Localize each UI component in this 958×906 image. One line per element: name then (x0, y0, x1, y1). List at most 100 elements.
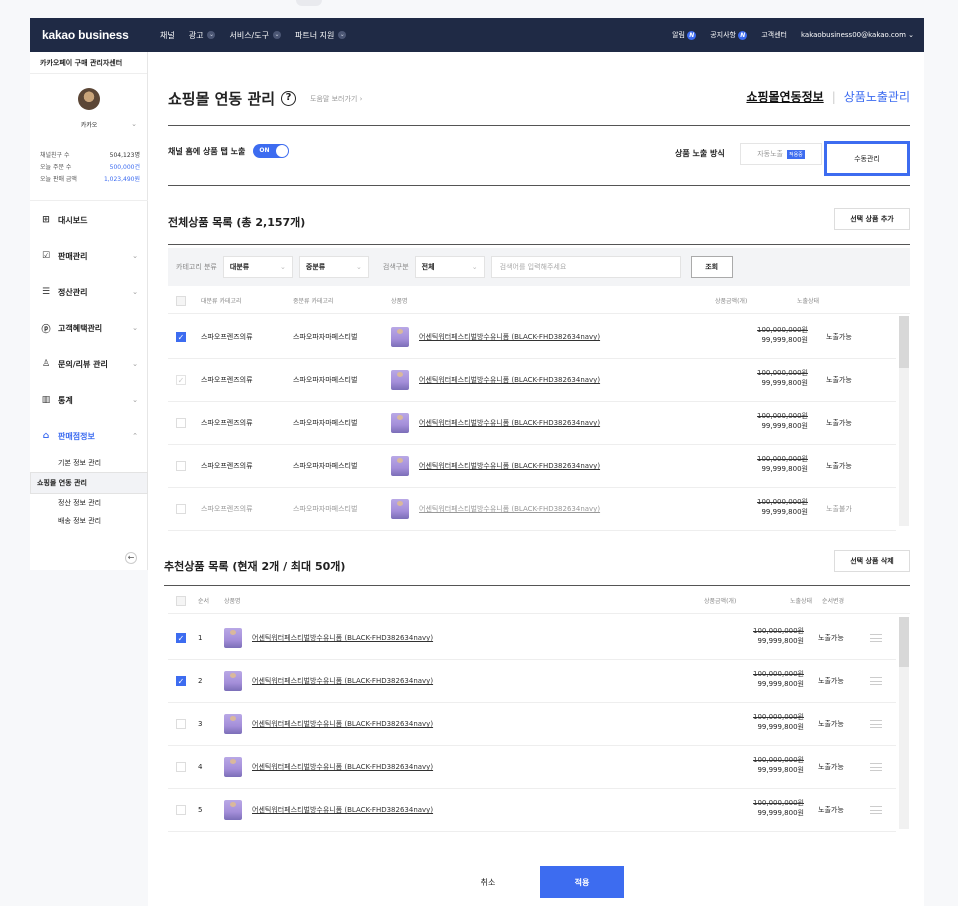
status-badge: 노출가능 (826, 376, 852, 384)
drag-handle-icon[interactable] (870, 634, 882, 642)
chevron-down-icon: ⌄ (471, 263, 478, 271)
select-all-checkbox[interactable] (176, 295, 186, 306)
row-checkbox[interactable] (176, 504, 186, 514)
product-name-link[interactable]: 어센틱워터페스티벌방수유니폼 (BLACK-FHD382634navy) (419, 418, 600, 428)
recommended-scrollbar[interactable] (899, 617, 909, 829)
add-selected-button[interactable]: 선택 상품 추가 (834, 208, 910, 230)
row-checkbox[interactable] (176, 762, 186, 772)
search-input[interactable]: 검색어를 입력해주세요 (490, 256, 681, 278)
submenu-settlement-info[interactable]: 정산 정보 관리 (30, 494, 148, 512)
scroll-thumb[interactable] (899, 617, 909, 667)
drag-handle-icon[interactable] (870, 720, 882, 728)
avatar[interactable] (78, 88, 100, 110)
auto-exposure-option[interactable]: 자동노출 적용중 (740, 143, 822, 165)
product-name-link[interactable]: 어센틱워터페스티벌방수유니폼 (BLACK-FHD382634navy) (252, 805, 433, 815)
nav-channel[interactable]: 채널 (160, 30, 175, 41)
price-cell: 100,000,000원 99,999,800원 (724, 712, 804, 732)
table-row[interactable]: 3 어센틱워터페스티벌방수유니폼 (BLACK-FHD382634navy) 1… (168, 703, 896, 746)
sidebar-item-stats[interactable]: ▥ 통계 ⌄ (30, 382, 148, 418)
sidebar-item-inquiry[interactable]: ♙ 문의/리뷰 관리 ⌄ (30, 346, 148, 382)
product-name-link[interactable]: 어센틱워터페스티벌방수유니폼 (BLACK-FHD382634navy) (419, 461, 600, 471)
row-checkbox[interactable]: ✓ (176, 676, 186, 686)
tab-product-exposure[interactable]: 상품노출관리 (844, 88, 910, 105)
major-category-cell: 스파오프렌즈의류 (201, 505, 253, 513)
select-all-checkbox[interactable] (176, 595, 186, 606)
search-button[interactable]: 조회 (690, 256, 733, 278)
notice-link[interactable]: 공지사항 N (710, 30, 748, 40)
nav-partner[interactable]: 파트너 지원 ⌄ (295, 30, 347, 41)
account-menu[interactable]: kakaobusiness00@kakao.com ⌄ (801, 31, 914, 39)
major-category-select[interactable]: 대분류 ⌄ (222, 256, 293, 278)
divider (168, 185, 910, 186)
search-type-select[interactable]: 전체 ⌄ (414, 256, 485, 278)
status-badge: 노출가능 (818, 677, 844, 685)
all-products-scrollbar[interactable] (899, 316, 909, 526)
table-row[interactable]: ✓ 스파오프렌즈의류 스파오파자마페스티벌 어센틱워터페스티벌방수유니폼 (BL… (168, 316, 896, 359)
table-row[interactable]: ✓ 2 어센틱워터페스티벌방수유니폼 (BLACK-FHD382634navy)… (168, 660, 896, 703)
table-row[interactable]: 4 어센틱워터페스티벌방수유니폼 (BLACK-FHD382634navy) 1… (168, 746, 896, 789)
product-name-link[interactable]: 어센틱워터페스티벌방수유니폼 (BLACK-FHD382634navy) (419, 504, 600, 514)
drag-handle-icon[interactable] (870, 677, 882, 685)
sidebar-item-store-info[interactable]: ⌂ 판매점정보 ⌃ (30, 418, 148, 454)
table-row[interactable]: ✓ 1 어센틱워터페스티벌방수유니폼 (BLACK-FHD382634navy)… (168, 617, 896, 660)
applied-badge: 적용중 (786, 149, 805, 159)
help-icon[interactable]: ? (281, 91, 297, 106)
page-header: 쇼핑몰 연동 관리 ? 도움말 보러가기 › (168, 88, 362, 109)
product-name-link[interactable]: 어센틱워터페스티벌방수유니폼 (BLACK-FHD382634navy) (252, 762, 433, 772)
nav-ads[interactable]: 광고 ⌄ (189, 30, 216, 41)
product-name-link[interactable]: 어센틱워터페스티벌방수유니폼 (BLACK-FHD382634navy) (252, 676, 433, 686)
sidebar-item-settlement[interactable]: ☰ 정산관리 ⌄ (30, 274, 148, 310)
collapse-sidebar-icon[interactable]: ← (125, 552, 137, 564)
middle-category-select[interactable]: 중분류 ⌄ (298, 256, 369, 278)
row-checkbox[interactable] (176, 805, 186, 815)
product-name-link[interactable]: 어센틱워터페스티벌방수유니폼 (BLACK-FHD382634navy) (419, 332, 600, 342)
submenu-basic-info[interactable]: 기본 정보 관리 (30, 454, 148, 472)
submenu-mall-link[interactable]: 쇼핑몰 연동 관리 (30, 472, 148, 494)
row-checkbox[interactable]: ✓ (176, 332, 186, 342)
sale-price: 99,999,800원 (757, 637, 804, 645)
chevron-down-icon[interactable]: ⌄ (131, 120, 137, 128)
row-checkbox[interactable] (176, 461, 186, 471)
nav-services[interactable]: 서비스/도구 ⌄ (229, 30, 281, 41)
select-value: 대분류 (229, 263, 250, 271)
table-row[interactable]: 스파오프렌즈의류 스파오파자마페스티벌 어센틱워터페스티벌방수유니폼 (BLAC… (168, 445, 896, 488)
sidebar-item-sales[interactable]: ☑ 판매관리 ⌄ (30, 238, 148, 274)
submenu-delivery-info[interactable]: 배송 정보 관리 (30, 512, 148, 530)
scroll-thumb[interactable] (899, 316, 909, 368)
stat-value: 1,023,490원 (103, 176, 140, 183)
table-row[interactable]: 스파오프렌즈의류 스파오파자마페스티벌 어센틱워터페스티벌방수유니폼 (BLAC… (168, 402, 896, 445)
row-checkbox[interactable] (176, 418, 186, 428)
sale-price: 99,999,800원 (761, 336, 808, 344)
row-checkbox[interactable]: ✓ (176, 633, 186, 643)
drag-handle-icon[interactable] (870, 763, 882, 771)
product-name-link[interactable]: 어센틱워터페스티벌방수유니폼 (BLACK-FHD382634navy) (252, 719, 433, 729)
manual-management-option[interactable]: 수동관리 (824, 141, 910, 176)
table-row[interactable]: 스파오프렌즈의류 스파오파자마페스티벌 어센틱워터페스티벌방수유니폼 (BLAC… (168, 488, 896, 531)
tab-mall-info[interactable]: 쇼핑몰연동정보 (746, 88, 823, 105)
product-name-link[interactable]: 어센틱워터페스티벌방수유니폼 (BLACK-FHD382634navy) (252, 633, 433, 643)
major-category-cell: 스파오프렌즈의류 (201, 462, 253, 470)
table-row[interactable]: 5 어센틱워터페스티벌방수유니폼 (BLACK-FHD382634navy) 1… (168, 789, 896, 832)
divider (164, 585, 910, 586)
drag-handle-icon[interactable] (870, 806, 882, 814)
table-row[interactable]: ✓ 스파오프렌즈의류 스파오파자마페스티벌 어센틱워터페스티벌방수유니폼 (BL… (168, 359, 896, 402)
row-checkbox[interactable]: ✓ (176, 375, 186, 385)
cancel-button[interactable]: 취소 (446, 866, 530, 898)
delete-selected-button[interactable]: 선택 상품 삭제 (834, 550, 910, 572)
alerts-link[interactable]: 알림 N (672, 30, 697, 40)
status-badge: 노출가능 (818, 634, 844, 642)
logo[interactable]: kakao business (42, 28, 160, 42)
sidebar-item-benefits[interactable]: ⓟ 고객혜택관리 ⌄ (30, 310, 148, 346)
chevron-down-icon: ⌄ (132, 396, 138, 404)
support-link[interactable]: 고객센터 (761, 30, 787, 40)
help-link[interactable]: 도움말 보러가기 › (310, 94, 362, 104)
stat-row: 오늘 판매 금액 1,023,490원 (40, 174, 140, 186)
apply-button[interactable]: 적용 (540, 866, 624, 898)
row-checkbox[interactable] (176, 719, 186, 729)
product-thumbnail (391, 327, 409, 347)
sidebar-title: 카카오페이 구매 관리자센터 (30, 52, 147, 74)
sidebar-item-dashboard[interactable]: ⊞ 대시보드 (30, 202, 148, 238)
sidebar-item-label: 통계 (58, 395, 73, 405)
product-name-link[interactable]: 어센틱워터페스티벌방수유니폼 (BLACK-FHD382634navy) (419, 375, 600, 385)
exposure-toggle[interactable]: ON (253, 144, 290, 158)
